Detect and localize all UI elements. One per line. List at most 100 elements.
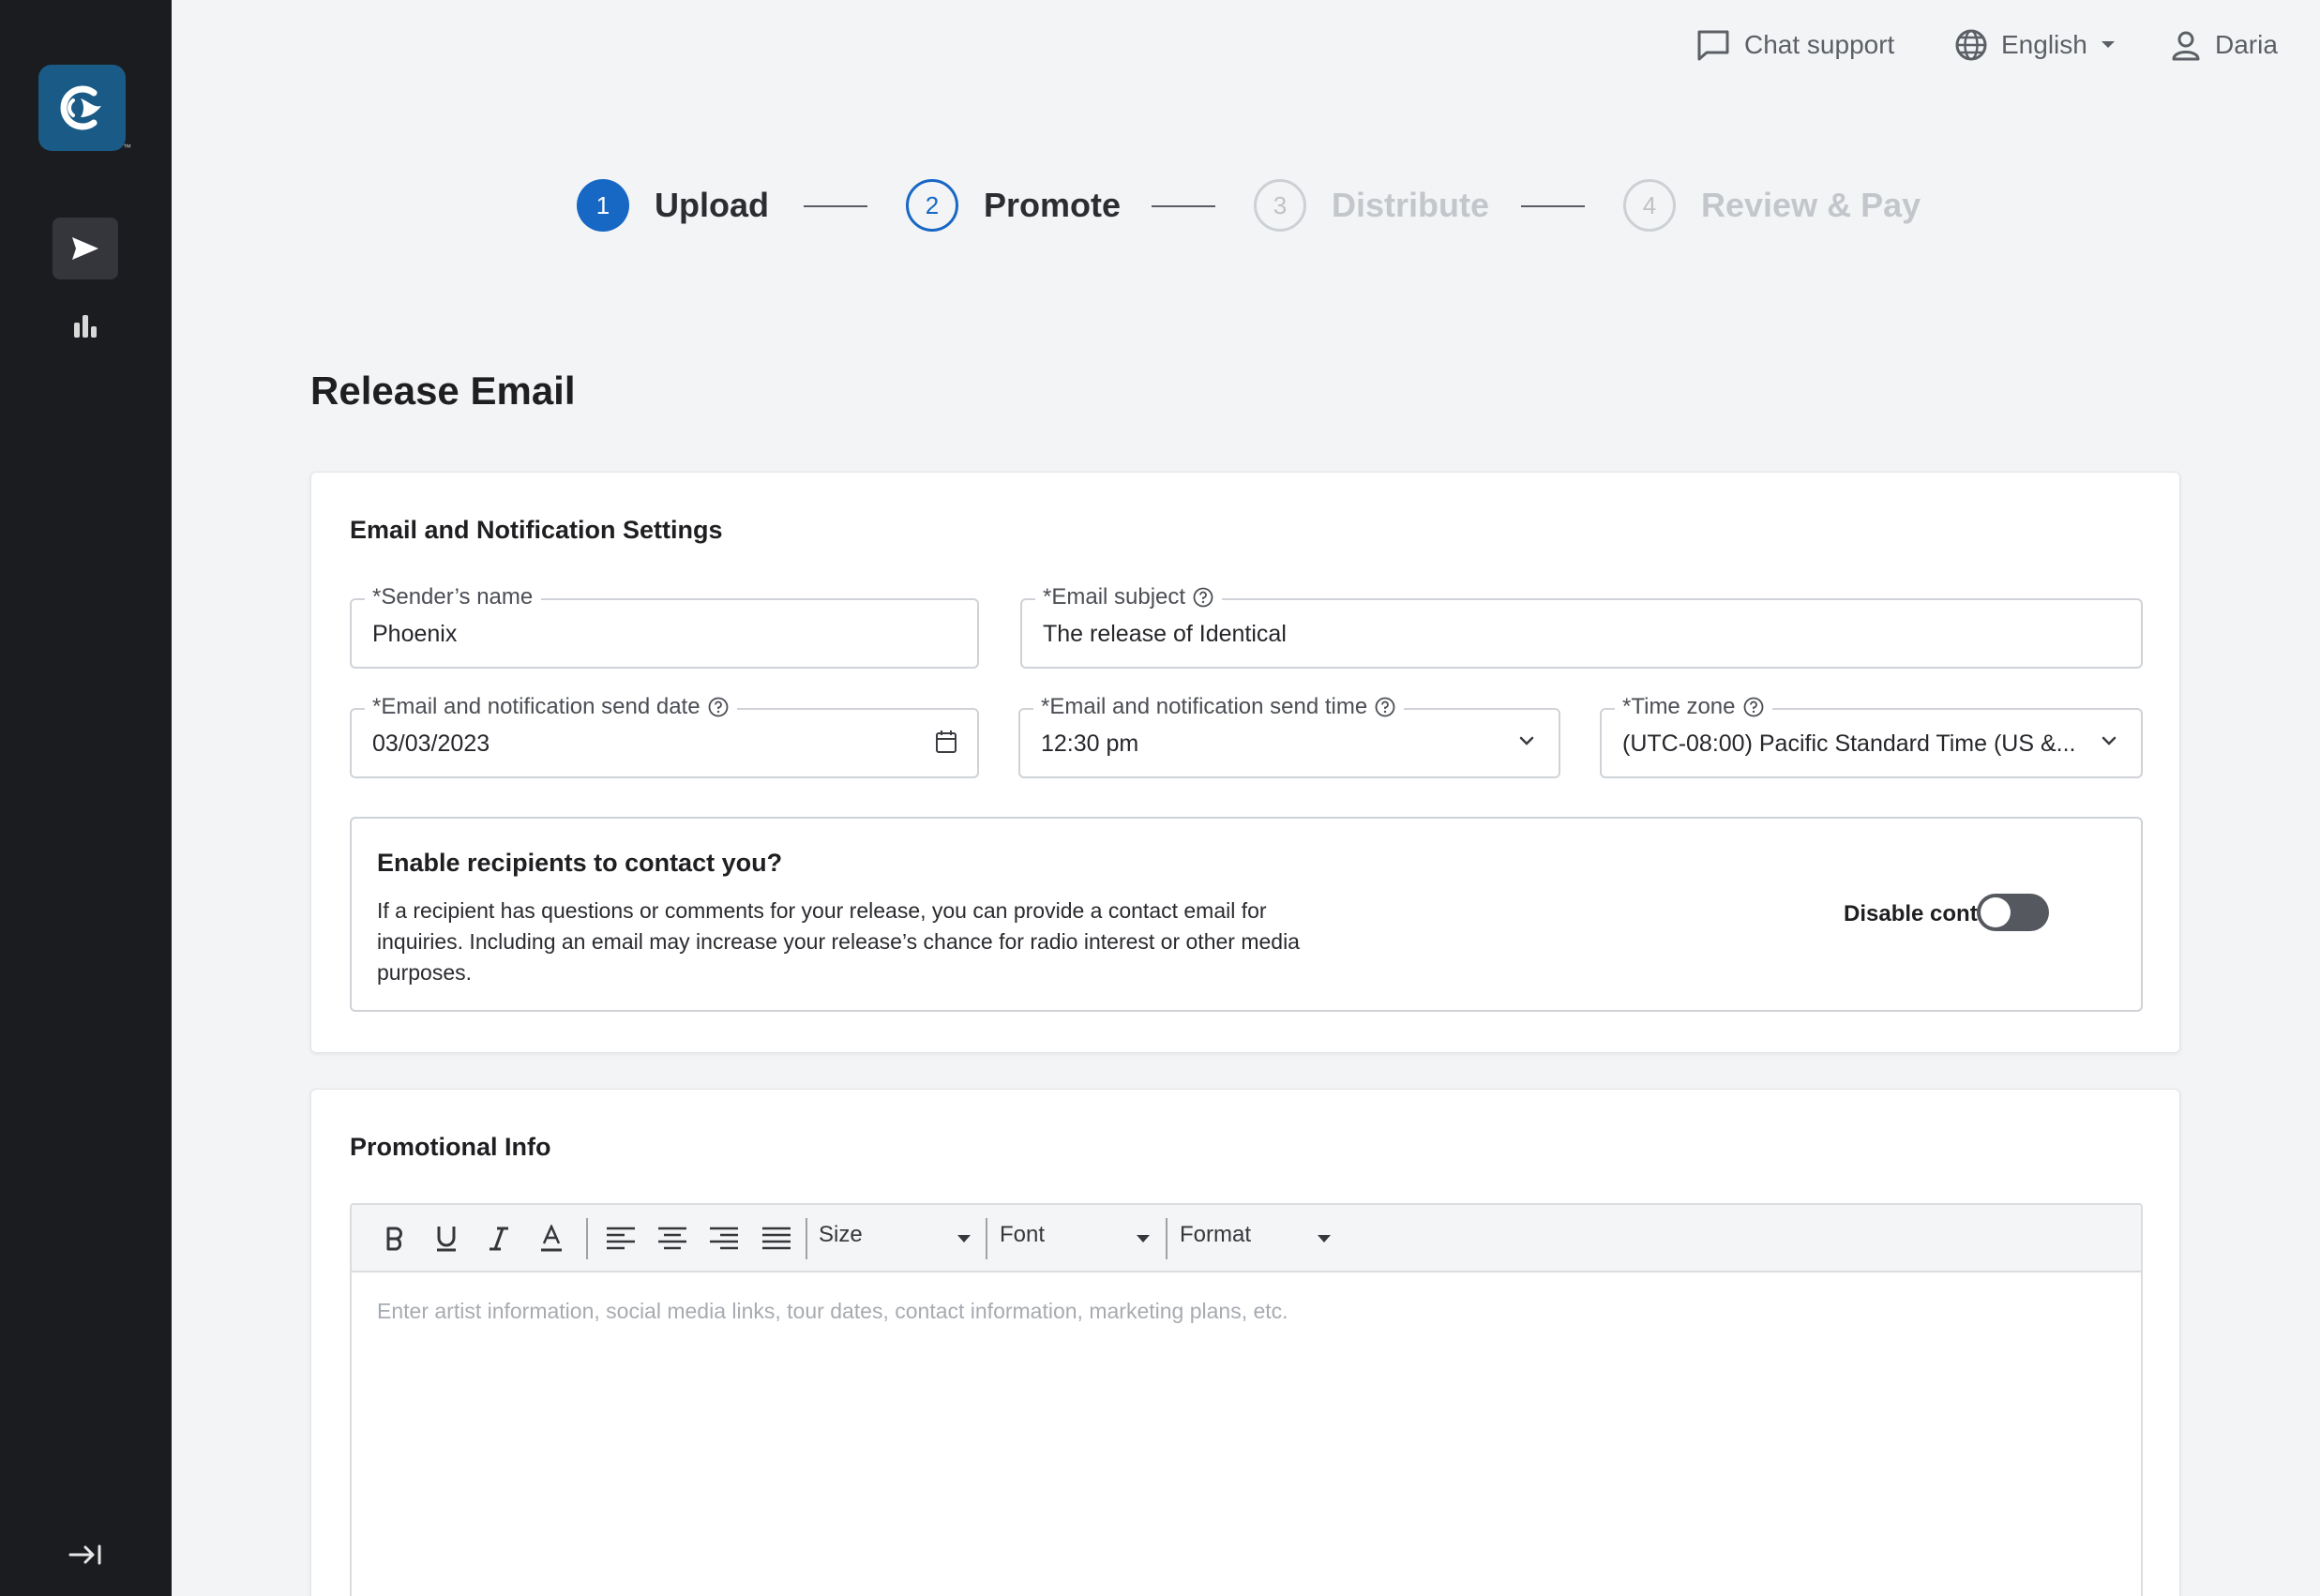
caret-down-icon — [1318, 1235, 1331, 1242]
contact-title: Enable recipients to contact you? — [377, 849, 783, 877]
field-label: *Sender’s name — [365, 584, 542, 610]
step-number: 4 — [1623, 179, 1676, 232]
step-promote[interactable]: 2 Promote — [906, 179, 1121, 232]
expand-sidebar-button[interactable] — [53, 1524, 118, 1586]
logo-icon — [60, 85, 101, 130]
step-distribute: 3 Distribute — [1254, 179, 1489, 232]
field-label-text: *Email subject — [1043, 584, 1186, 610]
send-time-value: 12:30 pm — [1041, 730, 1139, 757]
align-left-button[interactable] — [602, 1220, 640, 1257]
sidebar: ™ — [0, 0, 172, 1596]
justify-button[interactable] — [758, 1220, 795, 1257]
align-center-button[interactable] — [654, 1220, 691, 1257]
step-number: 3 — [1254, 179, 1306, 232]
field-label: *Email subject — [1035, 584, 1223, 610]
time-zone-select[interactable]: *Time zone (UTC-08:00) Pacific Standard … — [1600, 694, 2143, 778]
page-title: Release Email — [310, 369, 576, 413]
help-icon[interactable] — [1375, 697, 1395, 717]
align-right-button[interactable] — [705, 1220, 743, 1257]
user-menu[interactable]: Daria — [2170, 24, 2278, 66]
language-selector[interactable]: English — [1954, 24, 2116, 66]
bold-button[interactable] — [376, 1220, 414, 1257]
releases-nav-button[interactable] — [53, 218, 118, 279]
toggle-knob — [1981, 897, 2011, 927]
help-icon[interactable] — [708, 697, 729, 717]
format-select[interactable]: Format — [1180, 1222, 1251, 1248]
collapse-arrow-icon — [68, 1544, 101, 1565]
chevron-down-icon — [1519, 736, 1534, 745]
section-title: Email and Notification Settings — [350, 516, 723, 544]
underline-icon — [437, 1227, 456, 1252]
toolbar-separator — [1166, 1218, 1168, 1259]
align-center-icon — [658, 1227, 686, 1250]
step-review-pay: 4 Review & Pay — [1623, 179, 1921, 232]
step-label: Promote — [984, 186, 1122, 224]
calendar-icon[interactable] — [934, 729, 958, 755]
send-time-select[interactable]: *Email and notification send time 12:30 … — [1018, 694, 1560, 778]
contact-settings-box: Enable recipients to contact you? If a r… — [350, 817, 2143, 1012]
step-upload[interactable]: 1 Upload — [577, 179, 769, 232]
analytics-nav-button[interactable] — [53, 295, 118, 357]
align-right-icon — [710, 1227, 738, 1250]
user-icon — [2172, 31, 2200, 61]
email-subject-field[interactable]: *Email subject The release of Identical — [1020, 584, 2143, 669]
step-connector — [1152, 205, 1215, 207]
sender-name-value: Phoenix — [372, 621, 458, 647]
contact-toggle[interactable] — [1977, 894, 2049, 931]
language-label: English — [2001, 30, 2087, 59]
caret-down-icon — [2101, 41, 2115, 48]
send-icon — [72, 237, 98, 260]
underline-button[interactable] — [428, 1220, 465, 1257]
field-label: *Email and notification send time — [1033, 694, 1405, 720]
text-color-icon — [541, 1225, 562, 1252]
help-icon[interactable] — [1743, 697, 1764, 717]
text-color-button[interactable] — [533, 1220, 570, 1257]
field-label-text: *Email and notification send time — [1041, 694, 1368, 719]
italic-button[interactable] — [480, 1220, 518, 1257]
step-number: 2 — [906, 179, 958, 232]
editor-toolbar: Size Font Format — [352, 1205, 2141, 1272]
toolbar-separator — [586, 1218, 588, 1259]
step-label: Review & Pay — [1701, 186, 1921, 224]
size-select[interactable]: Size — [819, 1222, 863, 1248]
chat-support-button[interactable]: Chat support — [1695, 24, 1894, 66]
step-number: 1 — [577, 179, 629, 232]
caret-down-icon — [1137, 1235, 1150, 1242]
toolbar-separator — [806, 1218, 807, 1259]
italic-icon — [490, 1227, 508, 1251]
field-label-text: *Time zone — [1622, 694, 1736, 719]
time-zone-value: (UTC-08:00) Pacific Standard Time (US &.… — [1622, 730, 2076, 757]
field-label-text: *Email and notification send date — [372, 694, 701, 719]
promotional-info-card: Promotional Info Size Font Format Enter … — [310, 1089, 2180, 1596]
align-left-icon — [607, 1227, 635, 1250]
contact-description: If a recipient has questions or comments… — [377, 898, 1300, 985]
caret-down-icon — [957, 1235, 971, 1242]
send-date-field[interactable]: *Email and notification send date 03/03/… — [350, 694, 979, 778]
user-name: Daria — [2215, 30, 2278, 59]
step-label: Upload — [655, 186, 769, 224]
field-label: *Time zone — [1615, 694, 1772, 720]
step-label: Distribute — [1332, 186, 1490, 224]
font-select[interactable]: Font — [1000, 1222, 1045, 1248]
editor-placeholder[interactable]: Enter artist information, social media l… — [377, 1299, 1288, 1324]
section-title: Promotional Info — [350, 1133, 551, 1161]
sender-name-field[interactable]: *Sender’s name Phoenix — [350, 584, 979, 669]
chevron-down-icon — [2102, 736, 2117, 745]
step-connector — [1521, 205, 1585, 207]
help-icon[interactable] — [1193, 587, 1213, 608]
email-subject-value: The release of Identical — [1043, 621, 1287, 647]
step-connector — [804, 205, 867, 207]
globe-icon — [1955, 29, 1987, 61]
toolbar-separator — [986, 1218, 987, 1259]
app-logo[interactable] — [38, 65, 126, 151]
justify-icon — [762, 1227, 791, 1250]
bar-chart-icon — [74, 315, 97, 338]
field-label: *Email and notification send date — [365, 694, 737, 720]
chat-support-label: Chat support — [1744, 30, 1895, 59]
rich-text-editor: Size Font Format Enter artist informatio… — [350, 1203, 2143, 1596]
trademark-mark: ™ — [123, 143, 131, 152]
chat-icon — [1697, 30, 1729, 61]
bold-icon — [386, 1227, 402, 1251]
email-settings-card: Email and Notification Settings *Sender’… — [310, 472, 2180, 1053]
send-date-value: 03/03/2023 — [372, 730, 490, 757]
